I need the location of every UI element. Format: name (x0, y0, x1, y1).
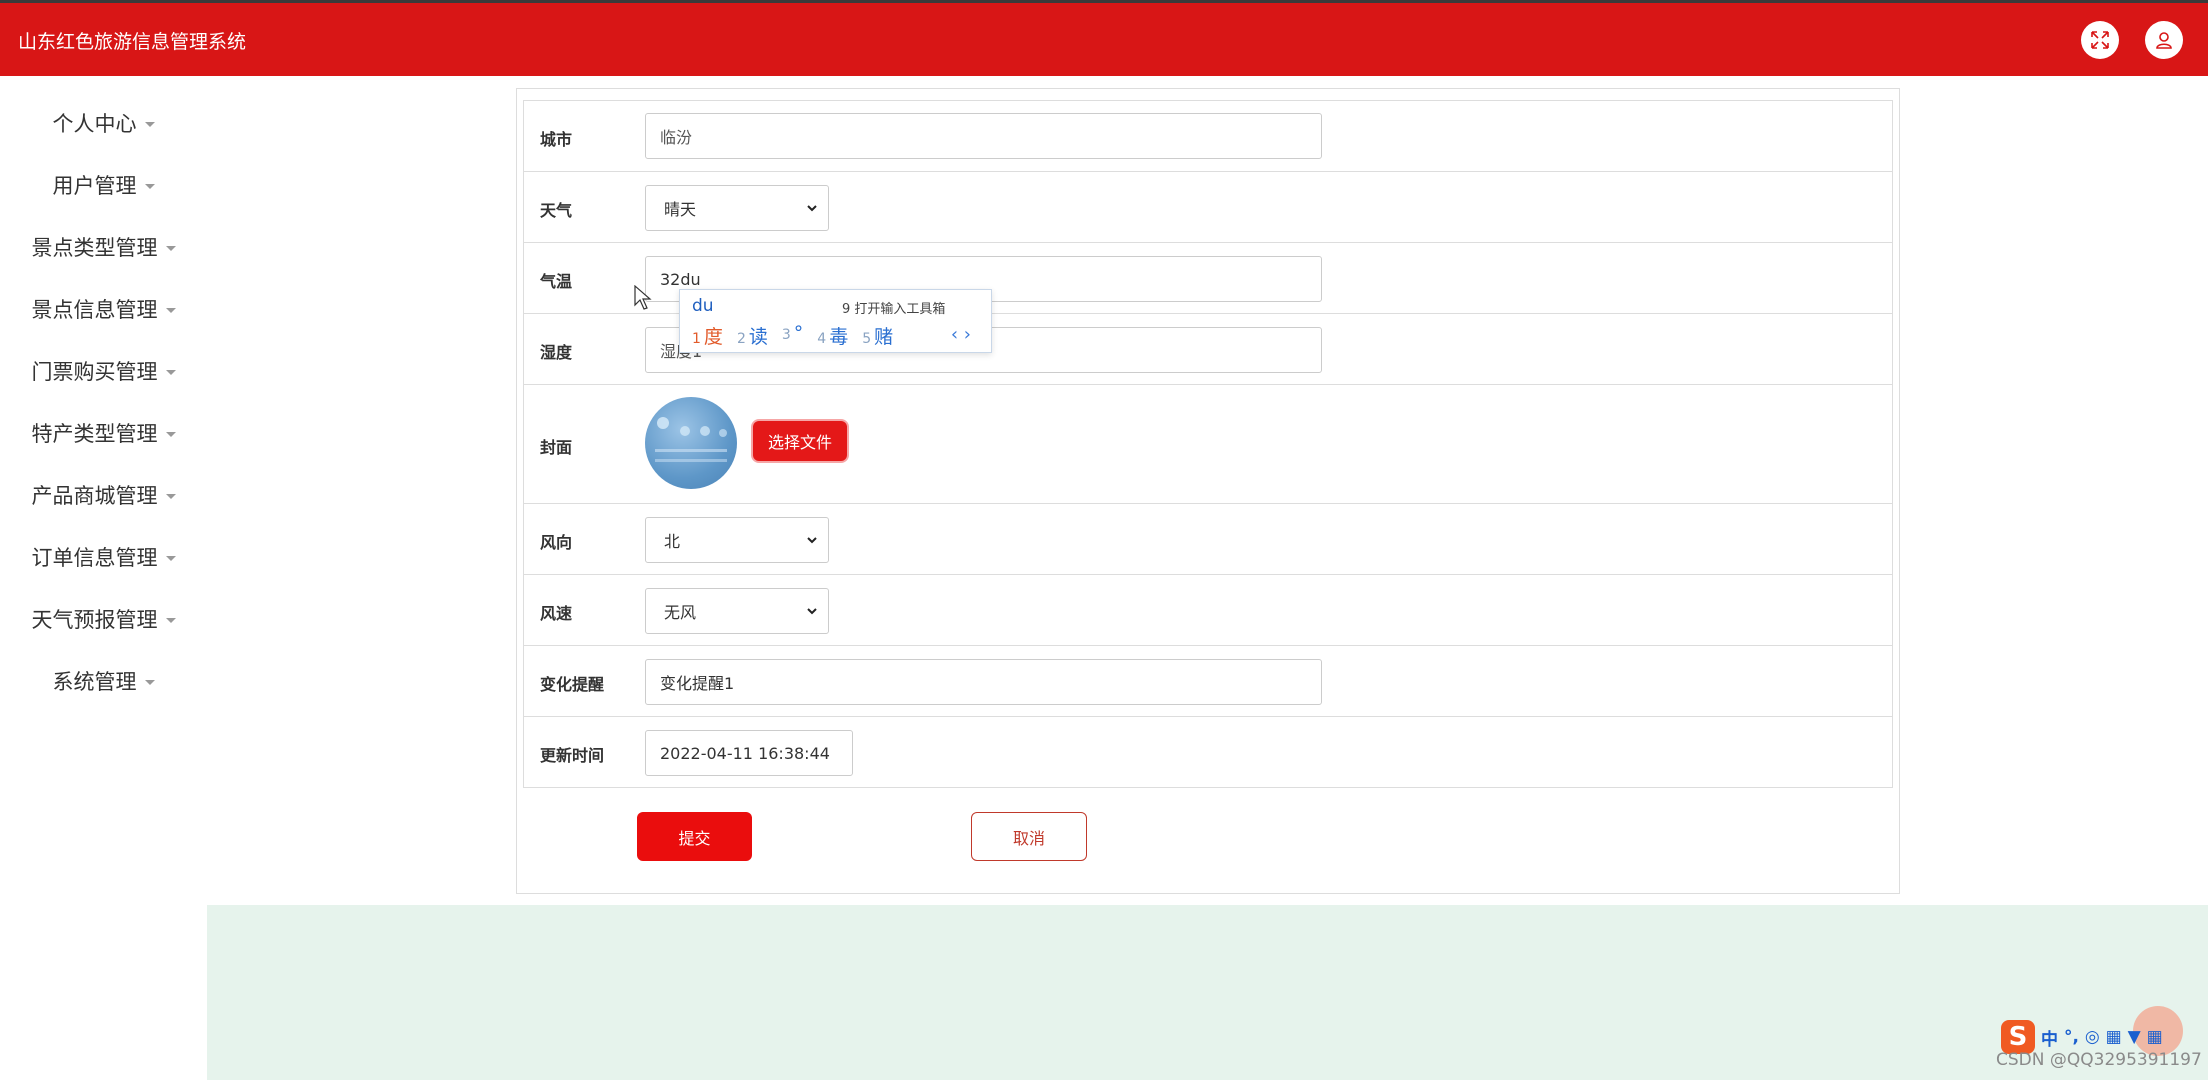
form-row-update-time: 更新时间 2022-04-11 16:38:44 (523, 716, 1893, 788)
sidebar-item-label: 天气预报管理 (31, 608, 158, 632)
sidebar-item-attraction-info[interactable]: 景点信息管理 (0, 287, 207, 331)
cover-label: 封面 (540, 438, 573, 457)
sidebar-item-attraction-type[interactable]: 景点类型管理 (0, 225, 207, 269)
user-icon[interactable] (2145, 21, 2183, 59)
sidebar-item-label: 产品商城管理 (31, 484, 158, 508)
sidebar-item-ticket-purchase[interactable]: 门票购买管理 (0, 349, 207, 393)
ime-candidate[interactable]: 3 ° (782, 322, 803, 349)
wind-speed-label: 风速 (540, 604, 573, 623)
chevron-down-icon (165, 493, 176, 499)
sidebar-item-order-info[interactable]: 订单信息管理 (0, 535, 207, 579)
ime-mode-indicator[interactable]: 中 (2041, 1025, 2058, 1050)
chevron-down-icon (165, 617, 176, 623)
cover-image (645, 397, 737, 489)
sidebar-item-label: 特产类型管理 (31, 422, 158, 446)
sidebar-item-specialty-type[interactable]: 特产类型管理 (0, 411, 207, 455)
sidebar-item-label: 景点类型管理 (31, 236, 158, 260)
choose-file-button[interactable]: 选择文件 (753, 421, 847, 461)
ime-candidate-list: 1度 2读 3 ° 4毒 5赌 (692, 322, 893, 349)
ime-composition: du (692, 296, 714, 316)
chevron-down-icon (165, 431, 176, 437)
wind-speed-select[interactable]: 无风 (645, 588, 829, 634)
chevron-down-icon (165, 369, 176, 375)
change-reminder-input[interactable]: 变化提醒1 (645, 659, 1322, 705)
sidebar-item-label: 用户管理 (52, 174, 137, 198)
ime-candidate[interactable]: 1度 (692, 322, 723, 349)
chevron-down-icon (165, 555, 176, 561)
mouse-cursor-icon (634, 285, 652, 310)
ime-candidate[interactable]: 5赌 (862, 322, 893, 349)
sidebar-item-label: 门票购买管理 (31, 360, 158, 384)
content-background (207, 905, 2208, 1080)
submit-button[interactable]: 提交 (637, 812, 752, 861)
city-label: 城市 (540, 130, 573, 149)
sidebar-item-weather-forecast[interactable]: 天气预报管理 (0, 597, 207, 641)
sidebar-item-system-management[interactable]: 系统管理 (0, 659, 207, 703)
ime-candidate-number: 1 (692, 331, 701, 347)
app-title: 山东红色旅游信息管理系统 (18, 31, 247, 53)
ime-candidate-text: 度 (703, 326, 723, 348)
weather-label: 天气 (540, 201, 573, 220)
chevron-down-icon (144, 679, 155, 685)
sidebar-item-user-management[interactable]: 用户管理 (0, 163, 207, 207)
chevron-down-icon (165, 307, 176, 313)
ime-candidate-number: 5 (862, 331, 872, 347)
wind-direction-select-value: 北 (664, 532, 681, 551)
chevron-down-icon (144, 183, 155, 189)
top-bar: 山东红色旅游信息管理系统 (0, 0, 2208, 76)
chevron-down-icon (807, 608, 817, 615)
csdn-watermark: CSDN @QQ3295391197 (1996, 1050, 2202, 1070)
ime-candidate-text: 毒 (829, 326, 849, 348)
ime-candidate[interactable]: 2读 (737, 322, 768, 349)
chevron-down-icon (165, 245, 176, 251)
wind-direction-label: 风向 (540, 533, 573, 552)
weather-select[interactable]: 晴天 (645, 185, 829, 231)
wind-speed-select-value: 无风 (664, 603, 697, 622)
humidity-label: 湿度 (540, 343, 573, 362)
ime-candidate-number: 2 (736, 331, 746, 347)
form-row-cover: 封面 选择文件 (523, 384, 1893, 504)
sidebar-item-product-mall[interactable]: 产品商城管理 (0, 473, 207, 517)
temperature-label: 气温 (540, 272, 573, 291)
city-input[interactable]: 临汾 (645, 113, 1322, 159)
ime-candidate-text: 读 (748, 326, 768, 348)
sidebar-item-personal-center[interactable]: 个人中心 (0, 101, 207, 145)
sidebar-item-label: 订单信息管理 (31, 546, 158, 570)
chevron-down-icon (144, 121, 155, 127)
ime-candidate[interactable]: 4毒 (817, 322, 848, 349)
ime-candidate-text: ° (793, 322, 804, 344)
ime-candidate-number: 3 (781, 327, 791, 343)
ime-candidate-text: 赌 (874, 326, 894, 348)
chevron-down-icon (807, 205, 817, 212)
cancel-button[interactable]: 取消 (971, 812, 1087, 861)
sogou-logo-icon[interactable]: S (2001, 1020, 2035, 1054)
fullscreen-icon[interactable] (2081, 21, 2119, 59)
sidebar-item-label: 系统管理 (52, 670, 137, 694)
update-time-input[interactable]: 2022-04-11 16:38:44 (645, 730, 853, 776)
form-row-wind-speed: 风速 无风 (523, 574, 1893, 646)
form-row-weather: 天气 晴天 (523, 171, 1893, 243)
form-row-change-reminder: 变化提醒 变化提醒1 (523, 645, 1893, 717)
ime-tool-icons[interactable]: °, ◎ ▦ ▼ ▦ (2064, 1027, 2163, 1047)
form-row-wind-direction: 风向 北 (523, 503, 1893, 575)
update-time-label: 更新时间 (540, 746, 605, 765)
ime-toolbox-hint[interactable]: 9 打开输入工具箱 (842, 298, 945, 317)
sidebar-item-label: 个人中心 (52, 112, 137, 136)
sidebar-item-label: 景点信息管理 (31, 298, 158, 322)
ime-page-nav[interactable]: ‹ › (951, 324, 971, 345)
chevron-down-icon (807, 537, 817, 544)
change-reminder-label: 变化提醒 (540, 675, 605, 694)
weather-select-value: 晴天 (664, 200, 697, 219)
wind-direction-select[interactable]: 北 (645, 517, 829, 563)
sidebar: 个人中心 用户管理 景点类型管理 景点信息管理 门票购买管理 特产类型管理 产品… (0, 76, 207, 1080)
form-row-city: 城市 临汾 (523, 100, 1893, 172)
ime-candidate-number: 4 (817, 331, 827, 347)
ime-candidate-popup: du 9 打开输入工具箱 1度 2读 3 ° 4毒 5赌 ‹ › (679, 289, 992, 353)
